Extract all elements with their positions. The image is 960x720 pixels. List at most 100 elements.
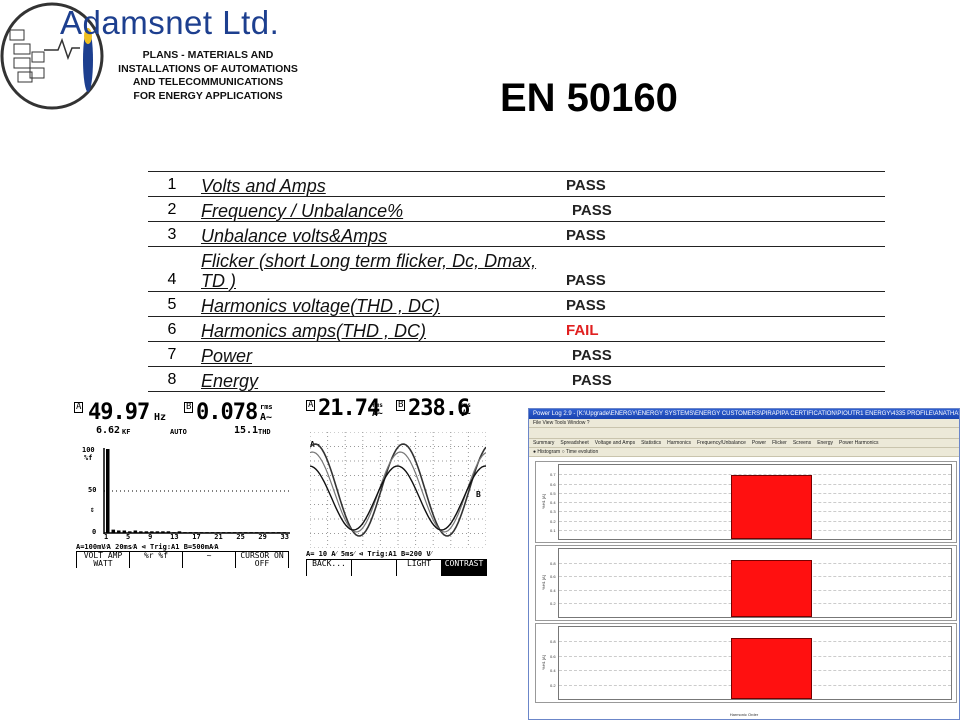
harmonic-bar [731,638,812,699]
softkey-back[interactable]: BACK... [306,560,351,576]
y-axis-label: %H1 [A] [540,575,546,590]
x-tick-label: 33 [280,533,289,541]
y-tick-label: 0.2 [550,601,556,607]
current-value: 21.74 [318,396,380,421]
view-options[interactable]: ● Histogram ○ Time evolution [529,448,959,457]
kf-value: 6.62 [96,425,121,436]
company-tagline: PLANS - MATERIALS AND INSTALLATIONS OF A… [108,49,308,103]
voltage-unit: V~ [460,409,471,419]
table-row: 7 Power PASS [148,341,885,367]
softkey-light[interactable]: LIGHT [396,560,441,576]
softkey-cursor[interactable]: CURSOR ON OFF [235,552,288,568]
tagline-line: PLANS - MATERIALS AND [142,49,274,61]
softkey-volt-amp-watt[interactable]: VOLT AMP WATT [76,552,129,568]
tab[interactable]: Frequency/Unbalance [697,440,746,446]
x-tick-label: 13 [170,533,179,541]
table-row: 8 Energy PASS [148,366,885,392]
y-tick-label: 0.7 [550,472,556,478]
status-line: A=100mV⁄A 20ms⁄A ⊲ Trig:A1 B=500mA⁄A [76,543,219,551]
kf-unit: KF [122,428,131,436]
current-value: 0.078 [196,400,258,425]
x-tick-label: 29 [258,533,267,541]
slide-title: EN 50160 [500,76,678,120]
y-tick-label: 0.6 [550,653,556,659]
meter-scope-screen: A 21.74 rms A~ B 238.6 rms V~ A~ B A= 10… [304,396,490,578]
test-name: Volts and Amps [196,171,558,197]
softkey-bar: BACK... LIGHT CONTRAST [306,559,487,576]
auto-mode: AUTO [170,428,187,436]
row-number: 7 [148,341,196,367]
tab[interactable]: Energy [817,440,833,446]
x-tick-label: 25 [236,533,245,541]
scroll-arrows-icon: ⇕ [90,505,95,514]
softkey-waveform[interactable]: ~ [182,552,235,568]
table-row: 2 Frequency / Unbalance% PASS [148,196,885,222]
x-tick-label: 9 [148,533,153,541]
y-tick-label: 0.5 [550,490,556,496]
tab[interactable]: Power [752,440,766,446]
window-title-bar: Power Log 2.9 - [K:\Upgrade\ENERGY\ENERG… [529,409,959,419]
harmonic-bar [106,449,110,533]
test-name: Harmonics amps(THD , DC) [196,316,558,342]
y-axis-label: %H1 [A] [540,494,546,509]
harmonic-chart-panel: %H1 [A] 0.8 0.6 0.4 0.2 [535,623,957,703]
test-name: Harmonics voltage(THD , DC) [196,291,558,317]
y-tick-label: 0.6 [550,481,556,487]
x-axis-ticks: 1 5 9 13 17 21 25 29 33 [102,533,290,543]
test-result: PASS [558,196,885,222]
harmonic-chart-panel: %H1 [A] 0.8 0.6 0.4 0.2 [535,545,957,621]
table-row: 3 Unbalance volts&Amps PASS [148,221,885,247]
tab-strip: Summary Spreadsheet Voltage and Amps Statis… [529,439,959,448]
test-result: PASS [558,221,885,247]
tab[interactable]: Voltage and Amps [595,440,635,446]
y-tick-label: 0.6 [550,574,556,580]
softkey-contrast[interactable]: CONTRAST [441,560,486,576]
row-number: 8 [148,366,196,392]
frequency-unit: Hz [154,412,167,423]
y-tick-label: 0.4 [550,587,556,593]
tab[interactable]: Summary [533,440,554,446]
power-log-window: Power Log 2.9 - [K:\Upgrade\ENERGY\ENERG… [528,408,960,720]
rms-label: rms [372,402,383,409]
softkey-bar: VOLT AMP WATT %r %f ~ CURSOR ON OFF [76,551,289,568]
row-number: 3 [148,221,196,247]
y-tick-label: 0.3 [550,509,556,515]
menu-bar[interactable]: File View Tools Window ? [529,419,959,428]
harmonic-bar [731,474,812,539]
harmonic-chart-panel: %H1 [A] 0.7 0.6 0.5 0.4 0.3 0.2 0.1 [535,461,957,543]
row-number: 2 [148,196,196,222]
test-result: PASS [558,171,885,197]
y-tick-label: 0.2 [550,682,556,688]
tab[interactable]: Statistics [641,440,661,446]
x-tick-label: 5 [126,533,131,541]
y-tick-label: 0.4 [550,500,556,505]
tab[interactable]: Flicker [772,440,787,446]
tagline-line: AND TELECOMMUNICATIONS [132,76,284,88]
tab[interactable]: Harmonics [667,440,691,446]
softkey-empty[interactable] [351,560,396,576]
x-tick-label: 1 [104,533,109,541]
tab[interactable]: Power Harmonics [839,440,878,446]
plot-area [558,626,952,700]
table-row: 1 Volts and Amps PASS [148,171,885,197]
softkey-percent[interactable]: %r %f [129,552,182,568]
test-result: PASS [558,366,885,392]
tab[interactable]: Screens [793,440,811,446]
y-axis-unit: %f [84,454,93,462]
tab[interactable]: Spreadsheet [560,440,588,446]
y-tick-label: 0.1 [550,527,556,533]
y-tick-label: 0.2 [550,518,556,524]
tagline-line: INSTALLATIONS OF AUTOMATIONS [118,62,298,75]
current-unit: A~ [260,412,273,423]
company-name: Adamsnet Ltd. [60,4,280,41]
status-line: A= 10 A⁄ 5ms⁄ ⊲ Trig:A1 B=200 V⁄ [306,550,432,558]
row-number: 6 [148,316,196,342]
current-unit: A~ [372,409,383,419]
harmonic-spectrum-plot [103,448,290,534]
y-tick-label: 0.8 [550,560,556,566]
row-number: 4 [148,246,196,292]
test-name: Frequency / Unbalance% [196,196,558,222]
plot-area [558,464,952,540]
test-name: Unbalance volts&Amps [196,221,558,247]
x-axis-label: Harmonic Order [729,712,759,717]
